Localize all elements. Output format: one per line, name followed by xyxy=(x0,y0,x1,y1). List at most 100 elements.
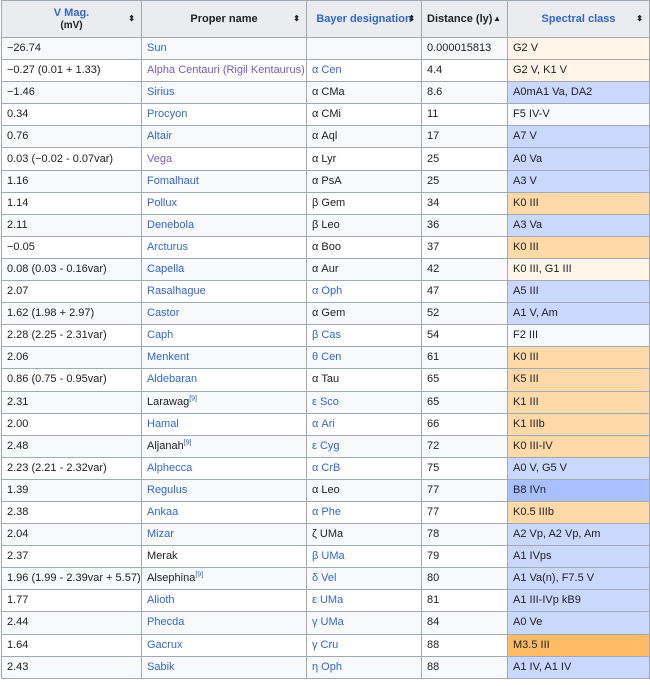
proper-name-link[interactable]: Alphecca xyxy=(147,462,192,474)
spectral-class-value: A7 V xyxy=(513,130,537,143)
proper-name-link[interactable]: Fomalhaut xyxy=(147,175,199,187)
sort-icon[interactable]: ⬍ xyxy=(128,15,135,23)
column-header-distance[interactable]: Distance (ly) ▲ xyxy=(421,0,508,38)
proper-name-link[interactable]: Alioth xyxy=(147,594,175,606)
bayer-cell: β Leo xyxy=(306,213,422,237)
spectral-cell: A0 Va xyxy=(507,147,650,171)
proper-name-link[interactable]: Sabik xyxy=(147,661,175,673)
vmag-cell: −0.27 (0.01 + 1.33) xyxy=(1,59,142,83)
vmag-value: 2.37 xyxy=(7,550,29,563)
column-header-vmag[interactable]: V Mag. (mV) ⬍ xyxy=(1,0,142,38)
bayer-designation[interactable]: η Oph xyxy=(312,661,342,673)
distance-cell: 25 xyxy=(421,147,508,171)
proper-name-link[interactable]: Mizar xyxy=(147,528,174,540)
spectral-cell: G2 V, K1 V xyxy=(507,59,650,83)
bayer-designation[interactable]: γ UMa xyxy=(312,616,344,628)
proper-name-header-label: Proper name xyxy=(190,13,258,25)
bayer-designation[interactable]: β Cas xyxy=(312,329,341,341)
proper-name-link[interactable]: Alpha Centauri (Rigil Kentaurus) xyxy=(147,64,305,76)
proper-name-link[interactable]: Menkent xyxy=(147,351,189,363)
proper-name-link[interactable]: Denebola xyxy=(147,219,194,231)
column-header-bayer[interactable]: Bayer designation ⬍ xyxy=(306,0,422,38)
proper-name-link[interactable]: Altair xyxy=(147,130,172,142)
reference-link[interactable]: [9] xyxy=(184,439,192,446)
vmag-header-label[interactable]: V Mag. (mV) xyxy=(54,7,89,31)
proper-name-link[interactable]: Castor xyxy=(147,307,179,319)
spectral-cell: K1 III xyxy=(507,390,650,414)
proper-name-link[interactable]: Ankaa xyxy=(147,506,178,518)
spectral-class-value: A2 Vp, A2 Vp, Am xyxy=(513,528,601,541)
proper-name-cell: Sirius xyxy=(141,81,307,105)
spectral-cell: K0 III, G1 III xyxy=(507,257,650,282)
distance-cell: 80 xyxy=(421,567,508,591)
spectral-cell: F2 III xyxy=(507,324,650,348)
distance-value: 25 xyxy=(427,152,440,165)
bayer-designation[interactable]: α Cen xyxy=(312,64,342,76)
spectral-class-value: K1 IIIb xyxy=(513,417,545,430)
distance-cell: 52 xyxy=(421,302,508,326)
reference-link[interactable]: [9] xyxy=(189,395,197,402)
proper-name-link[interactable]: Pollux xyxy=(147,197,177,209)
proper-name-link[interactable]: Gacrux xyxy=(147,639,182,651)
proper-name-link[interactable]: Sun xyxy=(147,42,167,54)
proper-name-link[interactable]: Sirius xyxy=(147,86,175,98)
proper-name-cell: Caph xyxy=(141,324,307,348)
distance-cell: 65 xyxy=(421,368,508,392)
proper-name-link[interactable]: Aldebaran xyxy=(147,373,197,385)
bayer-designation[interactable]: ε Sco xyxy=(312,396,339,408)
bayer-designation[interactable]: α Oph xyxy=(312,285,342,297)
distance-cell: 78 xyxy=(421,523,508,547)
bayer-designation[interactable]: α Phe xyxy=(312,506,341,518)
spectral-cell: A1 V, Am xyxy=(507,302,650,326)
proper-name-link[interactable]: Capella xyxy=(147,263,184,275)
distance-cell: 47 xyxy=(421,280,508,304)
proper-name-link[interactable]: Procyon xyxy=(147,108,187,120)
bayer-cell: θ Cen xyxy=(306,346,422,370)
proper-name-link[interactable]: Rasalhague xyxy=(147,285,206,297)
sort-ascending-icon[interactable]: ▲ xyxy=(493,15,501,23)
proper-name-link[interactable]: Arcturus xyxy=(147,241,188,253)
reference-link[interactable]: [9] xyxy=(195,572,203,579)
spectral-header-label[interactable]: Spectral class xyxy=(542,13,616,25)
proper-name-link[interactable]: Caph xyxy=(147,329,173,341)
spectral-class-value: K1 III xyxy=(513,395,539,408)
sort-icon[interactable]: ⬍ xyxy=(408,15,415,23)
proper-name-link[interactable]: Regulus xyxy=(147,484,187,496)
bayer-designation[interactable]: δ Vel xyxy=(312,572,336,584)
proper-name-cell: Regulus xyxy=(141,478,307,502)
vmag-value: 2.38 xyxy=(7,506,29,519)
sort-icon[interactable]: ⬍ xyxy=(293,15,300,23)
vmag-cell: 2.04 xyxy=(1,523,142,547)
bayer-designation: α Boo xyxy=(312,240,341,253)
column-header-proper-name[interactable]: Proper name ⬍ xyxy=(141,0,307,38)
bayer-designation[interactable]: β UMa xyxy=(312,550,345,562)
spectral-class-value: A0 Ve xyxy=(513,616,543,629)
distance-value: 77 xyxy=(427,506,440,519)
spectral-cell: K0 III xyxy=(507,346,650,370)
proper-name-link: Merak xyxy=(147,550,178,563)
bayer-designation[interactable]: ε UMa xyxy=(312,594,343,606)
distance-value: 84 xyxy=(427,616,440,629)
table-row: 0.86 (0.75 - 0.95var) Aldebaran α Tau 65 K5 … xyxy=(1,368,650,392)
proper-name-link[interactable]: Hamal xyxy=(147,418,179,430)
distance-cell: 84 xyxy=(421,611,508,635)
bayer-designation[interactable]: α CrB xyxy=(312,462,340,474)
bayer-cell: α Oph xyxy=(306,280,422,304)
vmag-cell: 1.39 xyxy=(1,478,142,502)
column-header-spectral[interactable]: Spectral class ⬍ xyxy=(507,0,650,38)
bayer-designation: α Gem xyxy=(312,307,346,320)
bayer-designation[interactable]: γ Cru xyxy=(312,639,338,651)
proper-name-link: Alsephina xyxy=(147,572,196,585)
table-row: 1.62 (1.98 + 2.97) Castor α Gem 52 A1 V, Am xyxy=(1,302,650,326)
table-row: 2.48 Aljanah[9] ε Cyg 72 K0 III-IV xyxy=(1,434,650,458)
spectral-cell: A1 IVps xyxy=(507,545,650,569)
proper-name-link[interactable]: Phecda xyxy=(147,616,184,628)
proper-name-link[interactable]: Vega xyxy=(147,153,172,165)
bayer-designation[interactable]: θ Cen xyxy=(312,351,341,363)
sort-icon[interactable]: ⬍ xyxy=(636,15,643,23)
bayer-designation[interactable]: α Ari xyxy=(312,418,335,430)
distance-value: 0.000015813 xyxy=(427,42,492,55)
bayer-designation[interactable]: ε Cyg xyxy=(312,440,340,452)
bayer-header-label[interactable]: Bayer designation xyxy=(316,13,411,25)
distance-value: 4.4 xyxy=(427,64,443,77)
